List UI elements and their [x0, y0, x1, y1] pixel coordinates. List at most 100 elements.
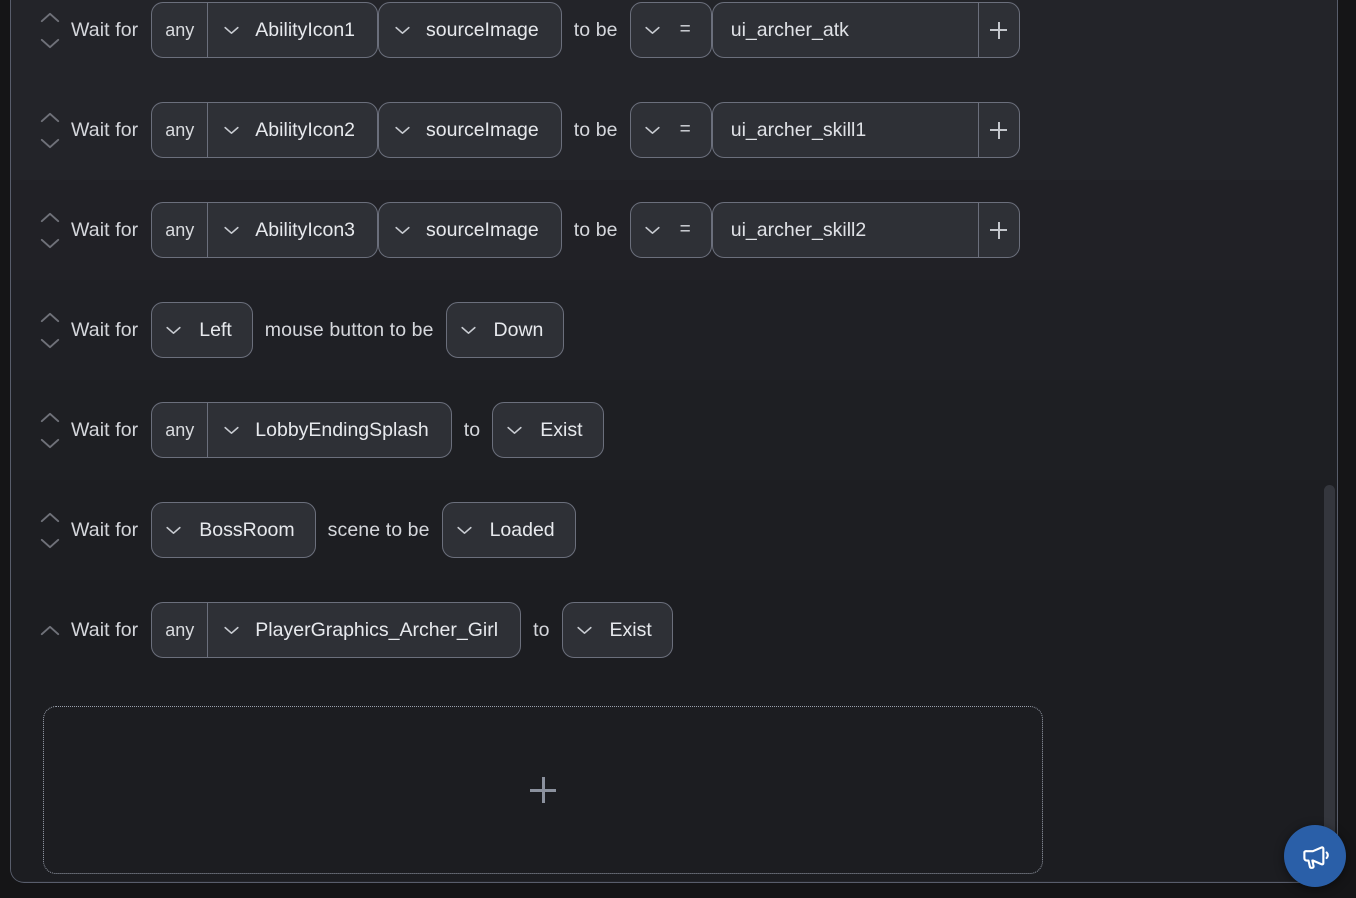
add-value-button[interactable] — [977, 202, 1020, 258]
connector-label: to be — [573, 218, 618, 241]
exist-state-dropdown-label: Exist — [609, 618, 652, 641]
chevron-down-icon — [395, 126, 410, 134]
add-condition-dropzone[interactable] — [43, 706, 1043, 874]
wait-for-label: Wait for — [71, 618, 139, 641]
reorder-controls — [33, 311, 67, 350]
exist-state-dropdown[interactable]: Exist — [492, 402, 604, 458]
property-dropdown[interactable]: sourceImage — [378, 202, 562, 258]
move-down-button[interactable] — [39, 337, 61, 350]
reorder-controls — [33, 411, 67, 450]
condition-row: Wait for Left mouse button to be Down — [11, 280, 1337, 380]
condition-row: Wait for any LobbyEndingSplash to Exist — [11, 380, 1337, 480]
connector-label: mouse button to be — [264, 318, 434, 341]
mouse-button-dropdown[interactable]: Left — [151, 302, 253, 358]
move-up-button[interactable] — [39, 411, 61, 424]
operator-dropdown[interactable]: = — [629, 2, 712, 58]
move-up-button[interactable] — [39, 211, 61, 224]
reorder-controls — [33, 624, 67, 637]
reorder-controls — [33, 511, 67, 550]
reorder-controls — [33, 111, 67, 150]
scope-chip[interactable]: any — [151, 402, 208, 458]
move-up-button[interactable] — [39, 624, 61, 637]
value-input[interactable]: ui_archer_atk — [711, 2, 978, 58]
move-up-button[interactable] — [39, 311, 61, 324]
chevron-down-icon — [224, 126, 239, 134]
target-dropdown[interactable]: AbilityIcon2 — [207, 102, 379, 158]
target-dropdown[interactable]: AbilityIcon1 — [207, 2, 379, 58]
conditions-panel: Wait for any AbilityIcon1 sourceImage to be =… — [10, 0, 1338, 883]
target-dropdown-label: PlayerGraphics_Archer_Girl — [255, 618, 499, 641]
scene-state-dropdown-label: Loaded — [489, 518, 555, 541]
conditions-scroll-area[interactable]: Wait for any AbilityIcon1 sourceImage to be =… — [11, 0, 1337, 881]
value-input[interactable]: ui_archer_skill2 — [711, 202, 978, 258]
operator-label: = — [679, 119, 691, 140]
mouse-button-dropdown-label: Left — [199, 318, 232, 341]
vertical-scrollbar-thumb[interactable] — [1324, 485, 1335, 875]
chevron-down-icon — [166, 326, 181, 334]
operator-dropdown[interactable]: = — [629, 202, 712, 258]
target-dropdown[interactable]: AbilityIcon3 — [207, 202, 379, 258]
move-down-button[interactable] — [39, 237, 61, 250]
operator-label: = — [679, 19, 691, 40]
plus-icon — [990, 21, 1008, 39]
add-value-button[interactable] — [977, 2, 1020, 58]
move-up-button[interactable] — [39, 11, 61, 24]
condition-row: Wait for any AbilityIcon3 sourceImage to be =… — [11, 180, 1337, 280]
property-dropdown[interactable]: sourceImage — [378, 102, 562, 158]
condition-row: Wait for BossRoom scene to be Loaded — [11, 480, 1337, 580]
chevron-down-icon — [224, 226, 239, 234]
scope-chip[interactable]: any — [151, 102, 208, 158]
mouse-state-dropdown-label: Down — [493, 318, 544, 341]
property-dropdown[interactable]: sourceImage — [378, 2, 562, 58]
target-dropdown-label: AbilityIcon2 — [255, 118, 356, 141]
condition-row: Wait for any AbilityIcon2 sourceImage to be =… — [11, 80, 1337, 180]
connector-label: to be — [573, 18, 618, 41]
exist-state-dropdown[interactable]: Exist — [561, 602, 673, 658]
move-down-button[interactable] — [39, 137, 61, 150]
announcement-button[interactable] — [1284, 825, 1346, 887]
plus-icon — [990, 221, 1008, 239]
wait-for-label: Wait for — [71, 18, 139, 41]
target-dropdown[interactable]: PlayerGraphics_Archer_Girl — [207, 602, 522, 658]
operator-dropdown[interactable]: = — [629, 102, 712, 158]
chevron-down-icon — [224, 426, 239, 434]
chevron-down-icon — [645, 226, 660, 234]
target-dropdown-label: AbilityIcon1 — [255, 18, 356, 41]
chevron-down-icon — [395, 226, 410, 234]
property-dropdown-label: sourceImage — [426, 218, 539, 241]
operator-label: = — [679, 219, 691, 240]
chevron-down-icon — [645, 26, 660, 34]
wait-for-label: Wait for — [71, 318, 139, 341]
move-down-button[interactable] — [39, 37, 61, 50]
connector-label: scene to be — [327, 518, 430, 541]
scene-state-dropdown[interactable]: Loaded — [441, 502, 576, 558]
scope-chip[interactable]: any — [151, 2, 208, 58]
vertical-scrollbar-track[interactable] — [1322, 0, 1336, 881]
scene-dropdown[interactable]: BossRoom — [151, 502, 316, 558]
wait-for-label: Wait for — [71, 118, 139, 141]
mouse-state-dropdown[interactable]: Down — [445, 302, 565, 358]
value-input[interactable]: ui_archer_skill1 — [711, 102, 978, 158]
move-up-button[interactable] — [39, 511, 61, 524]
chevron-down-icon — [645, 126, 660, 134]
reorder-controls — [33, 11, 67, 50]
chevron-down-icon — [166, 526, 181, 534]
move-up-button[interactable] — [39, 111, 61, 124]
scope-chip[interactable]: any — [151, 602, 208, 658]
move-down-button[interactable] — [39, 437, 61, 450]
condition-row: Wait for any AbilityIcon1 sourceImage to be =… — [11, 0, 1337, 80]
add-value-button[interactable] — [977, 102, 1020, 158]
plus-icon — [990, 121, 1008, 139]
property-dropdown-label: sourceImage — [426, 118, 539, 141]
move-down-button[interactable] — [39, 537, 61, 550]
target-dropdown-label: LobbyEndingSplash — [255, 418, 429, 441]
target-dropdown[interactable]: LobbyEndingSplash — [207, 402, 452, 458]
connector-label: to be — [573, 118, 618, 141]
target-dropdown-label: AbilityIcon3 — [255, 218, 356, 241]
scope-chip[interactable]: any — [151, 202, 208, 258]
wait-for-label: Wait for — [71, 518, 139, 541]
wait-for-label: Wait for — [71, 418, 139, 441]
chevron-down-icon — [576, 626, 592, 634]
chevron-down-icon — [395, 26, 410, 34]
scene-dropdown-label: BossRoom — [199, 518, 295, 541]
